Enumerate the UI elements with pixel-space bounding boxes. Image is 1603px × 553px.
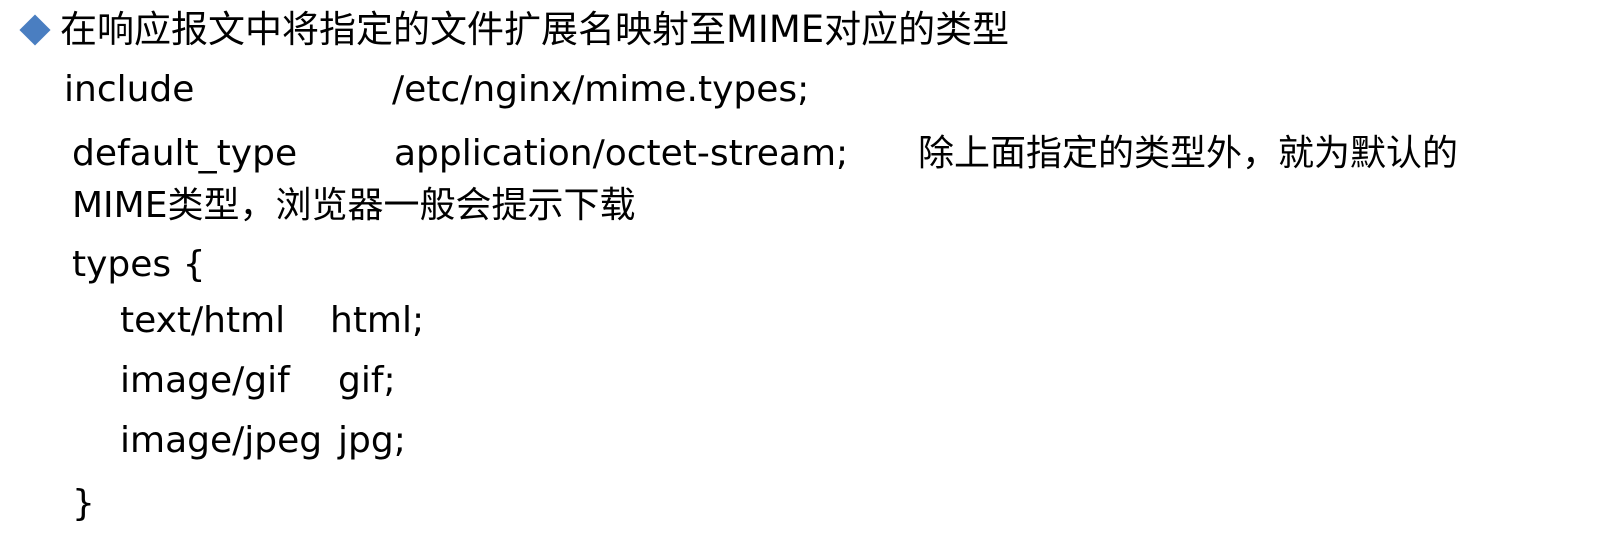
types-entry-mime: image/jpeg [120,420,323,461]
default-type-note-line1: 除上面指定的类型外，就为默认的 [918,133,1459,174]
heading-row: 在响应报文中将指定的文件扩展名映射至MIME对应的类型 [18,4,1009,56]
default-type-keyword: default_type [72,133,298,174]
types-entry-ext: gif; [338,360,396,401]
default-type-note-line2: MIME类型，浏览器一般会提示下载 [72,185,636,226]
include-value: /etc/nginx/mime.types; [392,69,810,110]
slide-heading: 在响应报文中将指定的文件扩展名映射至MIME对应的类型 [60,8,1010,51]
types-entry-mime: image/gif [120,360,290,401]
types-entry-mime: text/html [120,300,286,341]
types-entry-ext: html; [330,300,425,341]
slide: 在响应报文中将指定的文件扩展名映射至MIME对应的类型 include /etc… [0,0,1603,553]
include-keyword: include [64,69,195,110]
diamond-bullet-icon [19,14,51,46]
include-line: include [64,66,194,114]
types-entry-ext: jpg; [338,420,406,461]
types-open: types { [72,244,206,285]
default-type-value: application/octet-stream; [394,133,849,174]
types-close: } [72,483,95,524]
